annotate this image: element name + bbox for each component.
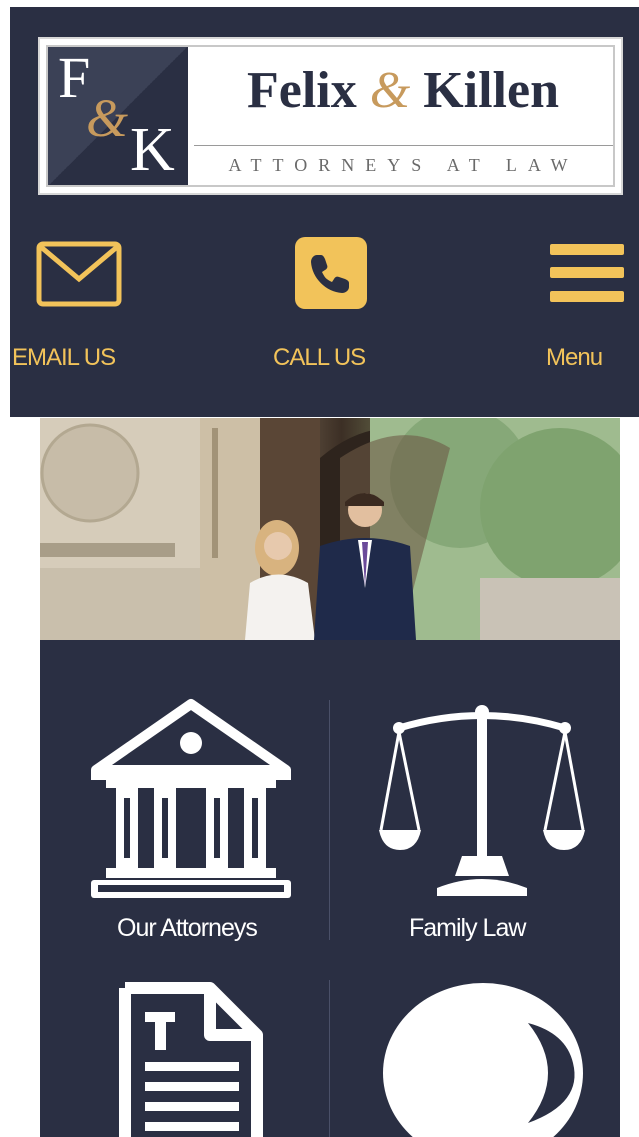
tile-document[interactable]	[40, 970, 329, 1137]
moon-icon	[383, 983, 583, 1137]
firm-name-last: Killen	[423, 62, 559, 119]
hero-photo	[40, 418, 620, 640]
email-us-label: EMAIL US	[12, 344, 116, 371]
tile-label-family-law: Family Law	[409, 914, 526, 942]
logo-monogram: F & K	[48, 47, 188, 185]
firm-logo[interactable]: F & K Felix & Killen ATTORNEYS AT LAW	[38, 37, 623, 195]
menu-label: Menu	[546, 344, 603, 371]
tile-family-law[interactable]: Family Law	[330, 640, 620, 960]
scales-icon	[379, 705, 585, 896]
practice-area-grid: Our Attorneys Family Law	[40, 640, 620, 1137]
tagline-divider	[194, 145, 613, 146]
firm-name-first: Felix	[247, 62, 357, 119]
firm-name: Felix & Killen	[198, 61, 608, 120]
logo-frame: F & K Felix & Killen ATTORNEYS AT LAW	[46, 45, 615, 187]
courthouse-icon	[91, 699, 291, 898]
firm-tagline: ATTORNEYS AT LAW	[228, 155, 579, 175]
envelope-icon	[36, 241, 122, 307]
call-us-label: CALL US	[273, 344, 366, 371]
firm-name-ampersand: &	[369, 62, 411, 119]
monogram-k: K	[130, 116, 175, 184]
hamburger-icon	[550, 244, 624, 302]
phone-icon	[295, 237, 367, 309]
tile-our-attorneys[interactable]: Our Attorneys	[40, 640, 329, 960]
monogram-ampersand: &	[86, 88, 129, 148]
document-icon	[119, 982, 263, 1137]
attorneys-photo-illustration	[40, 418, 620, 640]
tile-moon[interactable]	[330, 970, 620, 1137]
tile-label-our-attorneys: Our Attorneys	[117, 914, 258, 942]
